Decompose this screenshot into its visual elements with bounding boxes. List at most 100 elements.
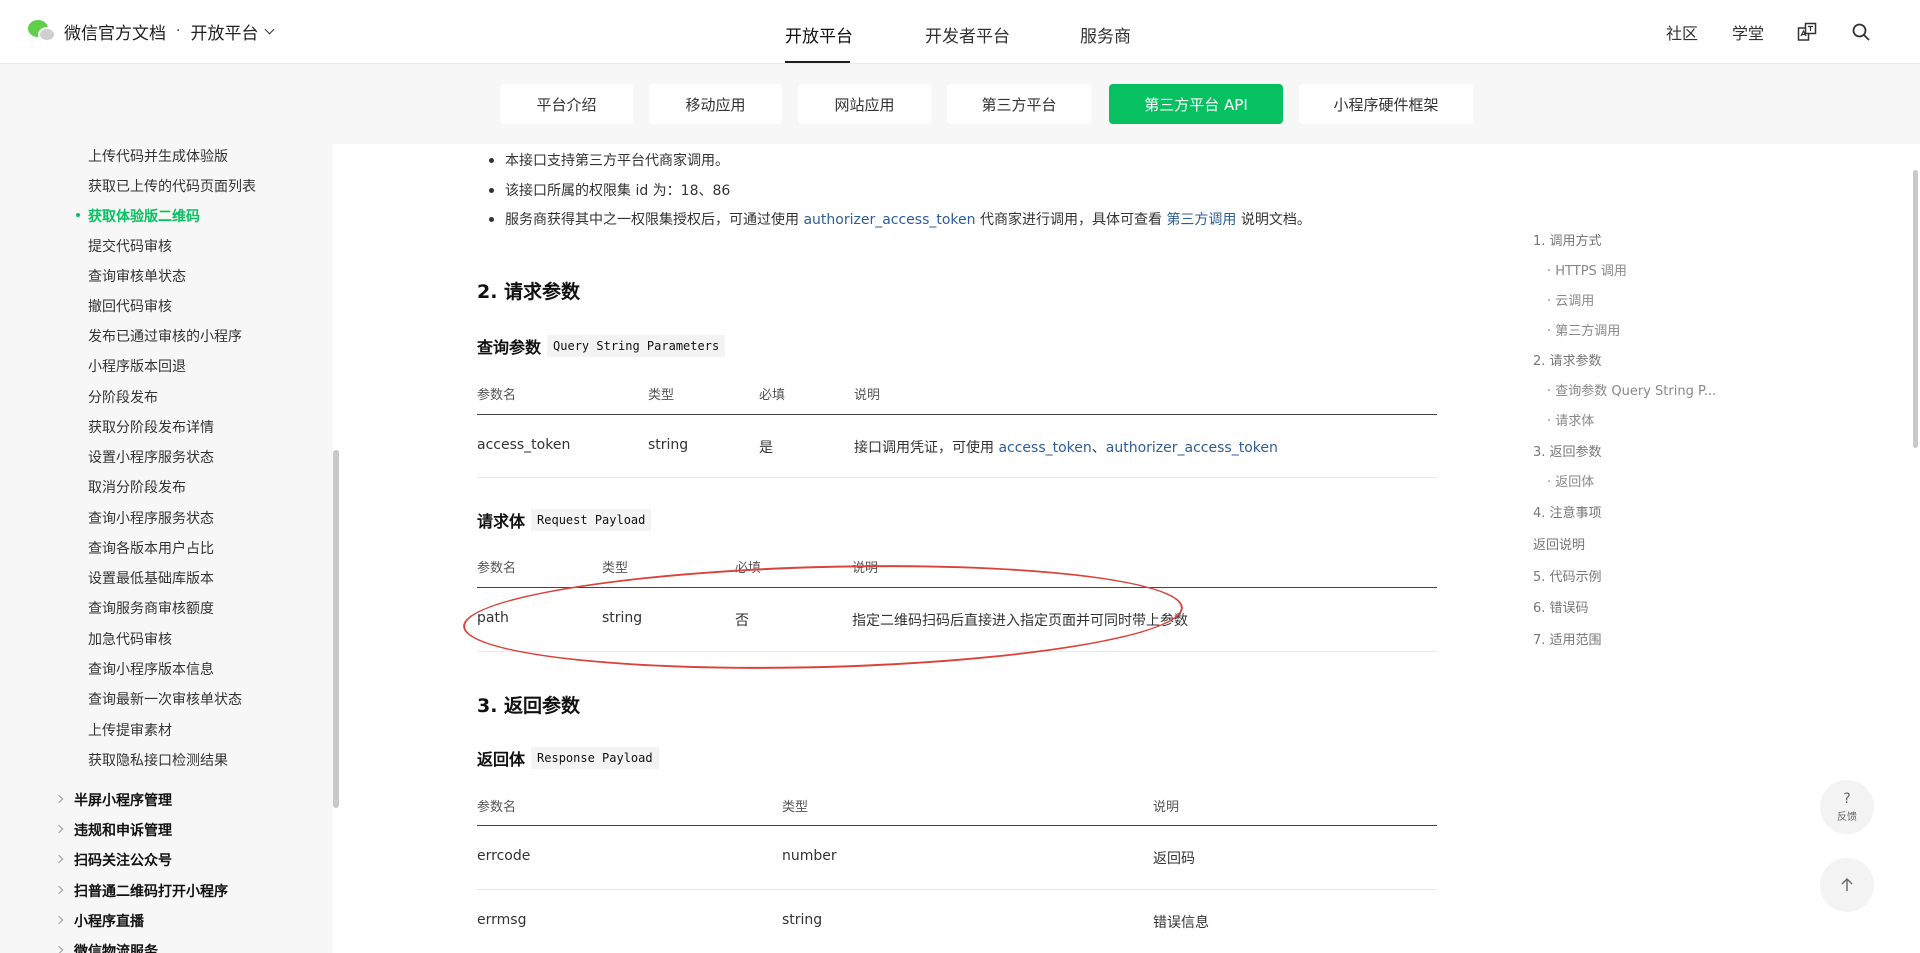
tab-third-party-platform[interactable]: 第三方平台 bbox=[947, 84, 1091, 124]
sidebar-item[interactable]: 提交代码审核 bbox=[88, 236, 172, 256]
toc-item[interactable]: 4. 注意事项 bbox=[1533, 502, 1602, 521]
sidebar-item[interactable]: 取消分阶段发布 bbox=[88, 477, 186, 497]
toc-item[interactable]: · 查询参数 Query String P... bbox=[1547, 380, 1716, 399]
toc-item[interactable]: 6. 错误码 bbox=[1533, 597, 1589, 616]
request-payload-heading: 请求体 Request Payload bbox=[477, 508, 652, 532]
toc-item[interactable]: 3. 返回参数 bbox=[1533, 441, 1602, 460]
sidebar-item[interactable]: 加急代码审核 bbox=[88, 629, 172, 649]
toc-item[interactable]: · 云调用 bbox=[1547, 290, 1594, 309]
sidebar-item[interactable]: 设置小程序服务状态 bbox=[88, 447, 214, 467]
active-bullet-icon bbox=[76, 213, 80, 217]
sidebar-item[interactable]: 查询小程序版本信息 bbox=[88, 659, 214, 679]
table-header: 类型 bbox=[602, 561, 629, 576]
toc-item[interactable]: 7. 适用范围 bbox=[1533, 629, 1602, 648]
toc-item[interactable]: 1. 调用方式 bbox=[1533, 230, 1602, 249]
query-params-heading: 查询参数 Query String Parameters bbox=[477, 334, 726, 358]
tab-third-party-api[interactable]: 第三方平台 API bbox=[1109, 84, 1283, 124]
sidebar-item[interactable]: 查询小程序服务状态 bbox=[88, 508, 214, 528]
table-divider bbox=[477, 414, 1437, 415]
toc-item[interactable]: · 返回体 bbox=[1547, 471, 1594, 490]
param-required-cell: 否 bbox=[735, 613, 749, 629]
sidebar-scrollbar[interactable] bbox=[333, 450, 339, 808]
bullet-text-part: 服务商获得其中之一权限集授权后，可通过使用 bbox=[505, 212, 804, 228]
sidebar-item[interactable]: 获取已上传的代码页面列表 bbox=[88, 176, 256, 196]
param-name-cell: path bbox=[477, 610, 509, 626]
bullet-text-part: 说明文档。 bbox=[1236, 212, 1311, 228]
search-icon[interactable] bbox=[1850, 21, 1872, 43]
sidebar-item[interactable]: 查询最新一次审核单状态 bbox=[88, 689, 242, 709]
question-icon: ? bbox=[1843, 790, 1851, 807]
authorizer-access-token-link[interactable]: authorizer_access_token bbox=[1106, 440, 1278, 456]
feedback-button[interactable]: ? 反馈 bbox=[1820, 780, 1874, 834]
nav-open-platform[interactable]: 开放平台 bbox=[785, 22, 853, 47]
param-name-cell: access_token bbox=[477, 437, 571, 453]
nav-community[interactable]: 社区 bbox=[1666, 20, 1698, 44]
param-name-cell: errmsg bbox=[477, 912, 527, 928]
tab-platform-intro[interactable]: 平台介绍 bbox=[500, 84, 633, 124]
page-scrollbar[interactable] bbox=[1913, 170, 1918, 448]
table-header: 说明 bbox=[854, 388, 881, 403]
sidebar-item-active[interactable]: 获取体验版二维码 bbox=[88, 206, 200, 226]
toc-item[interactable]: 5. 代码示例 bbox=[1533, 566, 1602, 585]
param-desc-text: 接口调用凭证，可使用 bbox=[854, 440, 999, 456]
toc-item[interactable]: · 第三方调用 bbox=[1547, 320, 1620, 339]
param-desc-cell: 接口调用凭证，可使用 access_token、authorizer_acces… bbox=[854, 437, 1278, 457]
back-to-top-button[interactable] bbox=[1820, 858, 1874, 912]
chevron-right-icon bbox=[54, 915, 64, 925]
param-type-cell: string bbox=[648, 437, 689, 453]
chevron-down-icon bbox=[265, 24, 275, 34]
authorizer-access-token-link[interactable]: authorizer_access_token bbox=[803, 212, 975, 228]
sidebar-group[interactable]: 扫码关注公众号 bbox=[74, 850, 172, 870]
platform-switcher[interactable]: 开放平台 bbox=[190, 19, 275, 44]
sidebar-group[interactable]: 半屏小程序管理 bbox=[74, 790, 172, 810]
nav-academy[interactable]: 学堂 bbox=[1732, 20, 1764, 44]
request-payload-title: 请求体 bbox=[477, 512, 526, 531]
toc-item[interactable]: · HTTPS 调用 bbox=[1547, 260, 1627, 279]
chevron-right-icon bbox=[54, 885, 64, 895]
table-header: 必填 bbox=[759, 388, 786, 403]
table-header: 参数名 bbox=[477, 561, 517, 576]
toc-item[interactable]: 返回说明 bbox=[1533, 534, 1585, 553]
translate-icon[interactable] bbox=[1796, 21, 1818, 43]
sidebar-item[interactable]: 小程序版本回退 bbox=[88, 356, 186, 376]
toc-item[interactable]: · 请求体 bbox=[1547, 410, 1594, 429]
param-name-cell: errcode bbox=[477, 848, 531, 864]
sidebar-item[interactable]: 设置最低基础库版本 bbox=[88, 568, 214, 588]
sidebar-group[interactable]: 微信物流服务 bbox=[74, 941, 158, 953]
access-token-link[interactable]: access_token bbox=[998, 440, 1091, 456]
error-info-link[interactable]: 错误信息 bbox=[1153, 912, 1209, 932]
bullet-dot-icon bbox=[489, 188, 494, 193]
sidebar-item[interactable]: 发布已通过审核的小程序 bbox=[88, 326, 242, 346]
tab-hardware-framework[interactable]: 小程序硬件框架 bbox=[1299, 84, 1473, 124]
sidebar-group[interactable]: 小程序直播 bbox=[74, 911, 144, 931]
sidebar-item[interactable]: 查询服务商审核额度 bbox=[88, 598, 214, 618]
sidebar-item[interactable]: 查询审核单状态 bbox=[88, 266, 186, 286]
third-party-call-link[interactable]: 第三方调用 bbox=[1166, 212, 1236, 228]
sidebar-item[interactable]: 查询各版本用户占比 bbox=[88, 538, 214, 558]
bullet-dot-icon bbox=[489, 158, 494, 163]
sidebar-item[interactable]: 获取隐私接口检测结果 bbox=[88, 750, 228, 770]
sidebar-group[interactable]: 违规和申诉管理 bbox=[74, 820, 172, 840]
param-type-cell: string bbox=[782, 912, 823, 928]
logo[interactable]: 微信官方文档 · 开放平台 bbox=[28, 18, 275, 44]
sidebar-item[interactable]: 上传提审素材 bbox=[88, 720, 172, 740]
param-desc-cell: 指定二维码扫码后直接进入指定页面并可同时带上参数 bbox=[852, 613, 1188, 629]
table-divider bbox=[477, 477, 1437, 478]
toc-item[interactable]: 2. 请求参数 bbox=[1533, 350, 1602, 369]
table-divider bbox=[477, 587, 1437, 588]
table-divider bbox=[477, 651, 1437, 652]
sidebar-group[interactable]: 扫普通二维码打开小程序 bbox=[74, 881, 228, 901]
table-header: 参数名 bbox=[477, 800, 517, 815]
bullet-text: 服务商获得其中之一权限集授权后，可通过使用 authorizer_access_… bbox=[505, 209, 1311, 229]
feedback-label: 反馈 bbox=[1837, 811, 1857, 823]
sidebar-item[interactable]: 获取分阶段发布详情 bbox=[88, 417, 214, 437]
sidebar-item[interactable]: 上传代码并生成体验版 bbox=[88, 146, 228, 166]
sidebar-item[interactable]: 撤回代码审核 bbox=[88, 296, 172, 316]
sidebar-item[interactable]: 分阶段发布 bbox=[88, 387, 158, 407]
nav-service-provider[interactable]: 服务商 bbox=[1080, 22, 1131, 47]
logo-title: 微信官方文档 bbox=[64, 23, 166, 44]
tab-mobile-app[interactable]: 移动应用 bbox=[649, 84, 782, 124]
tab-website-app[interactable]: 网站应用 bbox=[798, 84, 931, 124]
nav-developer-platform[interactable]: 开发者平台 bbox=[925, 22, 1010, 47]
table-header: 类型 bbox=[648, 388, 675, 403]
